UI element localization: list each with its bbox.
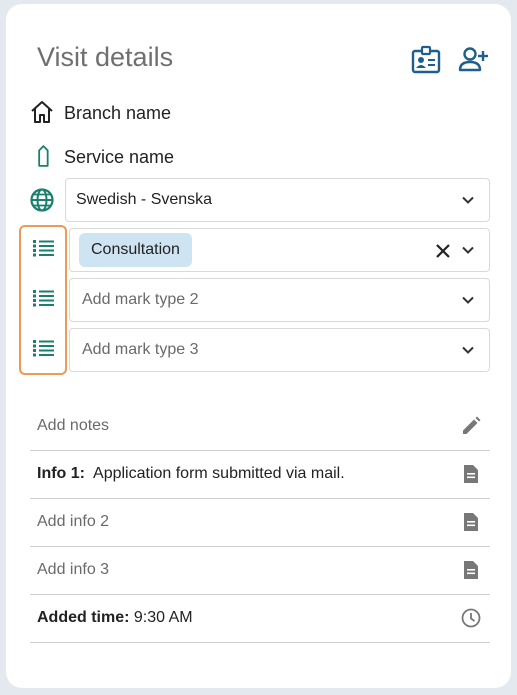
close-icon[interactable] <box>435 243 451 259</box>
mark-type-2-placeholder: Add mark type 2 <box>82 291 199 308</box>
mark-type-3-placeholder: Add mark type 3 <box>82 341 199 358</box>
info-3-placeholder: Add info 3 <box>37 561 110 578</box>
list-icon <box>33 240 54 257</box>
mark-type-2-select[interactable]: Add mark type 2 <box>69 278 490 322</box>
added-time-label: Added time: <box>37 609 130 626</box>
chevron-down-icon[interactable] <box>461 243 475 257</box>
tag-icon <box>38 145 49 167</box>
notes-placeholder: Add notes <box>37 417 110 434</box>
pencil-icon[interactable] <box>460 415 482 437</box>
info-2-row[interactable]: Add info 2 <box>30 498 490 547</box>
info-2-placeholder: Add info 2 <box>37 513 110 530</box>
notes-row[interactable]: Add notes <box>30 402 490 451</box>
list-icon <box>33 340 54 357</box>
mark-type-1-select[interactable]: Consultation <box>69 228 490 272</box>
branch-name: Branch name <box>64 103 172 123</box>
info-1-row[interactable]: Info 1: Application form submitted via m… <box>30 450 490 499</box>
mark-type-3-select[interactable]: Add mark type 3 <box>69 328 490 372</box>
info-1-label: Info 1: <box>37 465 85 482</box>
language-select[interactable]: Swedish - Svenska <box>65 178 490 222</box>
globe-icon <box>30 188 54 212</box>
chevron-down-icon[interactable] <box>461 343 475 357</box>
add-person-icon[interactable] <box>457 43 489 75</box>
document-icon[interactable] <box>460 559 482 581</box>
page-title: Visit details <box>37 42 174 72</box>
service-name: Service name <box>64 147 175 167</box>
info-1-text: Info 1: Application form submitted via m… <box>37 465 345 483</box>
added-time-value: 9:30 AM <box>133 609 193 626</box>
visit-details-card: Visit details Branch name Service name S… <box>6 4 511 688</box>
document-icon[interactable] <box>460 511 482 533</box>
language-value: Swedish - Svenska <box>76 191 213 208</box>
info-3-row[interactable]: Add info 3 <box>30 546 490 595</box>
chevron-down-icon[interactable] <box>461 193 475 207</box>
clock-icon[interactable] <box>460 607 482 629</box>
document-icon[interactable] <box>460 463 482 485</box>
chevron-down-icon[interactable] <box>461 293 475 307</box>
info-1-value: Application form submitted via mail. <box>93 465 345 482</box>
added-time-row[interactable]: Added time: 9:30 AM <box>30 594 490 643</box>
added-time-text: Added time: 9:30 AM <box>37 609 193 627</box>
home-icon <box>31 101 53 123</box>
id-card-icon[interactable] <box>410 43 442 75</box>
list-icon <box>33 290 54 307</box>
mark-chip-consultation[interactable]: Consultation <box>79 233 192 267</box>
